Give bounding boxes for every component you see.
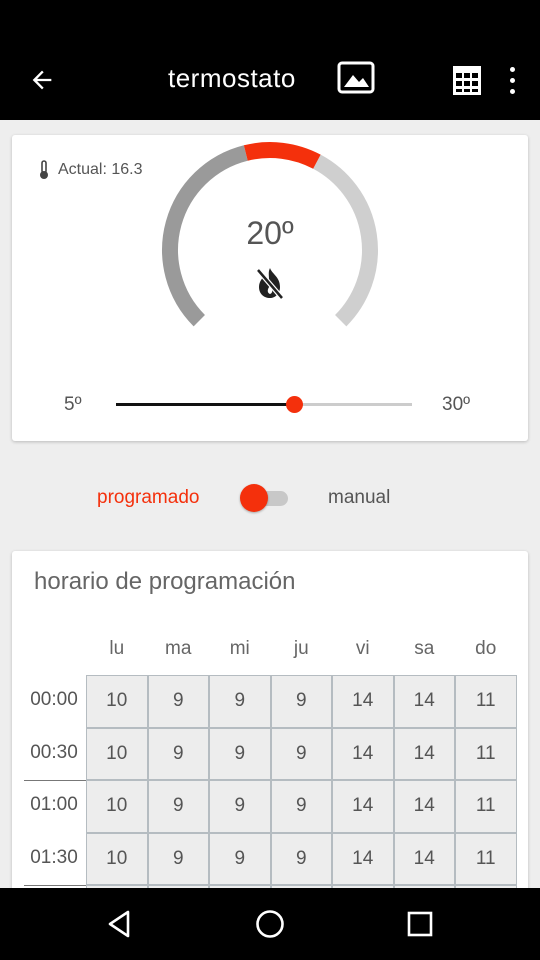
schedule-cell[interactable]: 14 [332,832,394,885]
dial-arc-active [243,142,321,169]
slider-min-label: 5º [64,394,82,415]
arrow-back-icon [32,70,52,90]
schedule-cell[interactable]: 9 [270,675,332,728]
schedule-cell[interactable]: 11 [455,780,517,833]
switch-thumb [240,484,268,512]
slider-thumb[interactable] [285,396,303,413]
app-title-wrap: termostato [168,58,296,98]
time-slot-label: 00:00 [30,689,78,710]
temperature-slider-row: 5º 30º [12,390,528,420]
day-header: lu [109,638,125,659]
day-headers: lu ma mi ju vi sa do [86,638,516,664]
schedule-title: horario de programación [34,568,296,595]
schedule-cell[interactable]: 10 [86,832,148,885]
time-slot-label: 00:30 [30,741,78,763]
schedule-cell[interactable]: 9 [209,675,271,728]
schedule-cell[interactable]: 14 [393,780,455,833]
target-temperature: 20º [246,215,294,251]
thermostat-card: Actual: 16.3 20º 5º 30º [12,135,528,441]
schedule-cell[interactable]: 11 [455,832,517,885]
schedule-cell[interactable]: 11 [455,675,517,728]
schedule-row: 00:00 10 9 9 9 14 14 11 [30,675,517,728]
schedule-cell[interactable]: 9 [270,780,332,833]
schedule-cell[interactable]: 9 [270,832,332,885]
time-slot-label: 01:00 [30,794,78,815]
day-header: ju [293,638,309,659]
more-vert-icon[interactable] [498,62,526,98]
schedule-cell[interactable]: 9 [147,780,209,833]
schedule-cell[interactable]: 14 [393,727,455,780]
navigation-bar [0,888,540,960]
calendar-grid-icon [453,66,481,95]
schedule-cell[interactable]: 10 [86,727,148,780]
schedule-cell[interactable]: 9 [209,727,271,780]
more-dot [509,66,515,72]
schedule-cell[interactable]: 14 [332,727,394,780]
temperature-slider[interactable] [116,396,412,413]
day-header: vi [355,638,370,659]
nav-home-icon [256,910,284,938]
schedule-cell[interactable]: 9 [147,675,209,728]
image-icon [337,61,375,94]
calendar-button[interactable] [450,62,484,98]
app-title: termostato [168,62,296,93]
schedule-cell[interactable]: 9 [147,727,209,780]
back-button[interactable] [24,62,60,98]
more-dot [509,77,515,83]
schedule-cell[interactable]: 14 [332,780,394,833]
day-header: do [475,638,497,659]
flame-off-icon [256,268,284,300]
status-bar [0,0,540,40]
time-slot-label: 01:30 [30,846,78,868]
nav-back-button[interactable] [100,904,140,944]
slider-max-label: 30º [442,394,471,415]
more-dot [509,88,515,94]
day-header: ma [165,638,192,659]
nav-recents-button[interactable] [400,904,440,944]
hour-divider [24,780,88,781]
schedule-cell[interactable]: 14 [332,675,394,728]
schedule-row: 00:30 10 9 9 9 14 14 11 [24,727,517,781]
image-button[interactable] [336,60,376,96]
nav-recents-icon [407,911,433,937]
app-bar: termostato [0,40,540,120]
schedule-cell[interactable]: 11 [455,727,517,780]
schedule-row: 01:30 10 9 9 9 14 14 11 [24,832,517,886]
schedule-card: horario de programación lu ma mi ju vi sa do 0… [12,551,528,931]
hour-divider [24,885,88,886]
nav-home-button[interactable] [250,904,290,944]
schedule-cell[interactable]: 14 [393,675,455,728]
slider-fill [116,403,294,406]
manual-mode-label[interactable]: manual [328,487,390,509]
day-header: sa [414,638,435,659]
day-header: mi [229,638,250,659]
schedule-cell[interactable]: 9 [209,832,271,885]
schedule-row: 01:00 10 9 9 9 14 14 11 [30,780,517,833]
schedule-cell[interactable]: 9 [147,832,209,885]
nav-back-icon [108,910,130,938]
dial-arc-right [313,154,378,327]
schedule-cell[interactable]: 10 [86,780,148,833]
schedule-cell[interactable]: 14 [393,832,455,885]
schedule-cell[interactable]: 10 [86,675,148,728]
mode-switch[interactable] [240,483,290,513]
schedule-cell[interactable]: 9 [270,727,332,780]
mode-toggle-row: programado manual [0,478,540,518]
schedule-cell[interactable]: 9 [209,780,271,833]
programmed-mode-label[interactable]: programado [97,487,199,509]
